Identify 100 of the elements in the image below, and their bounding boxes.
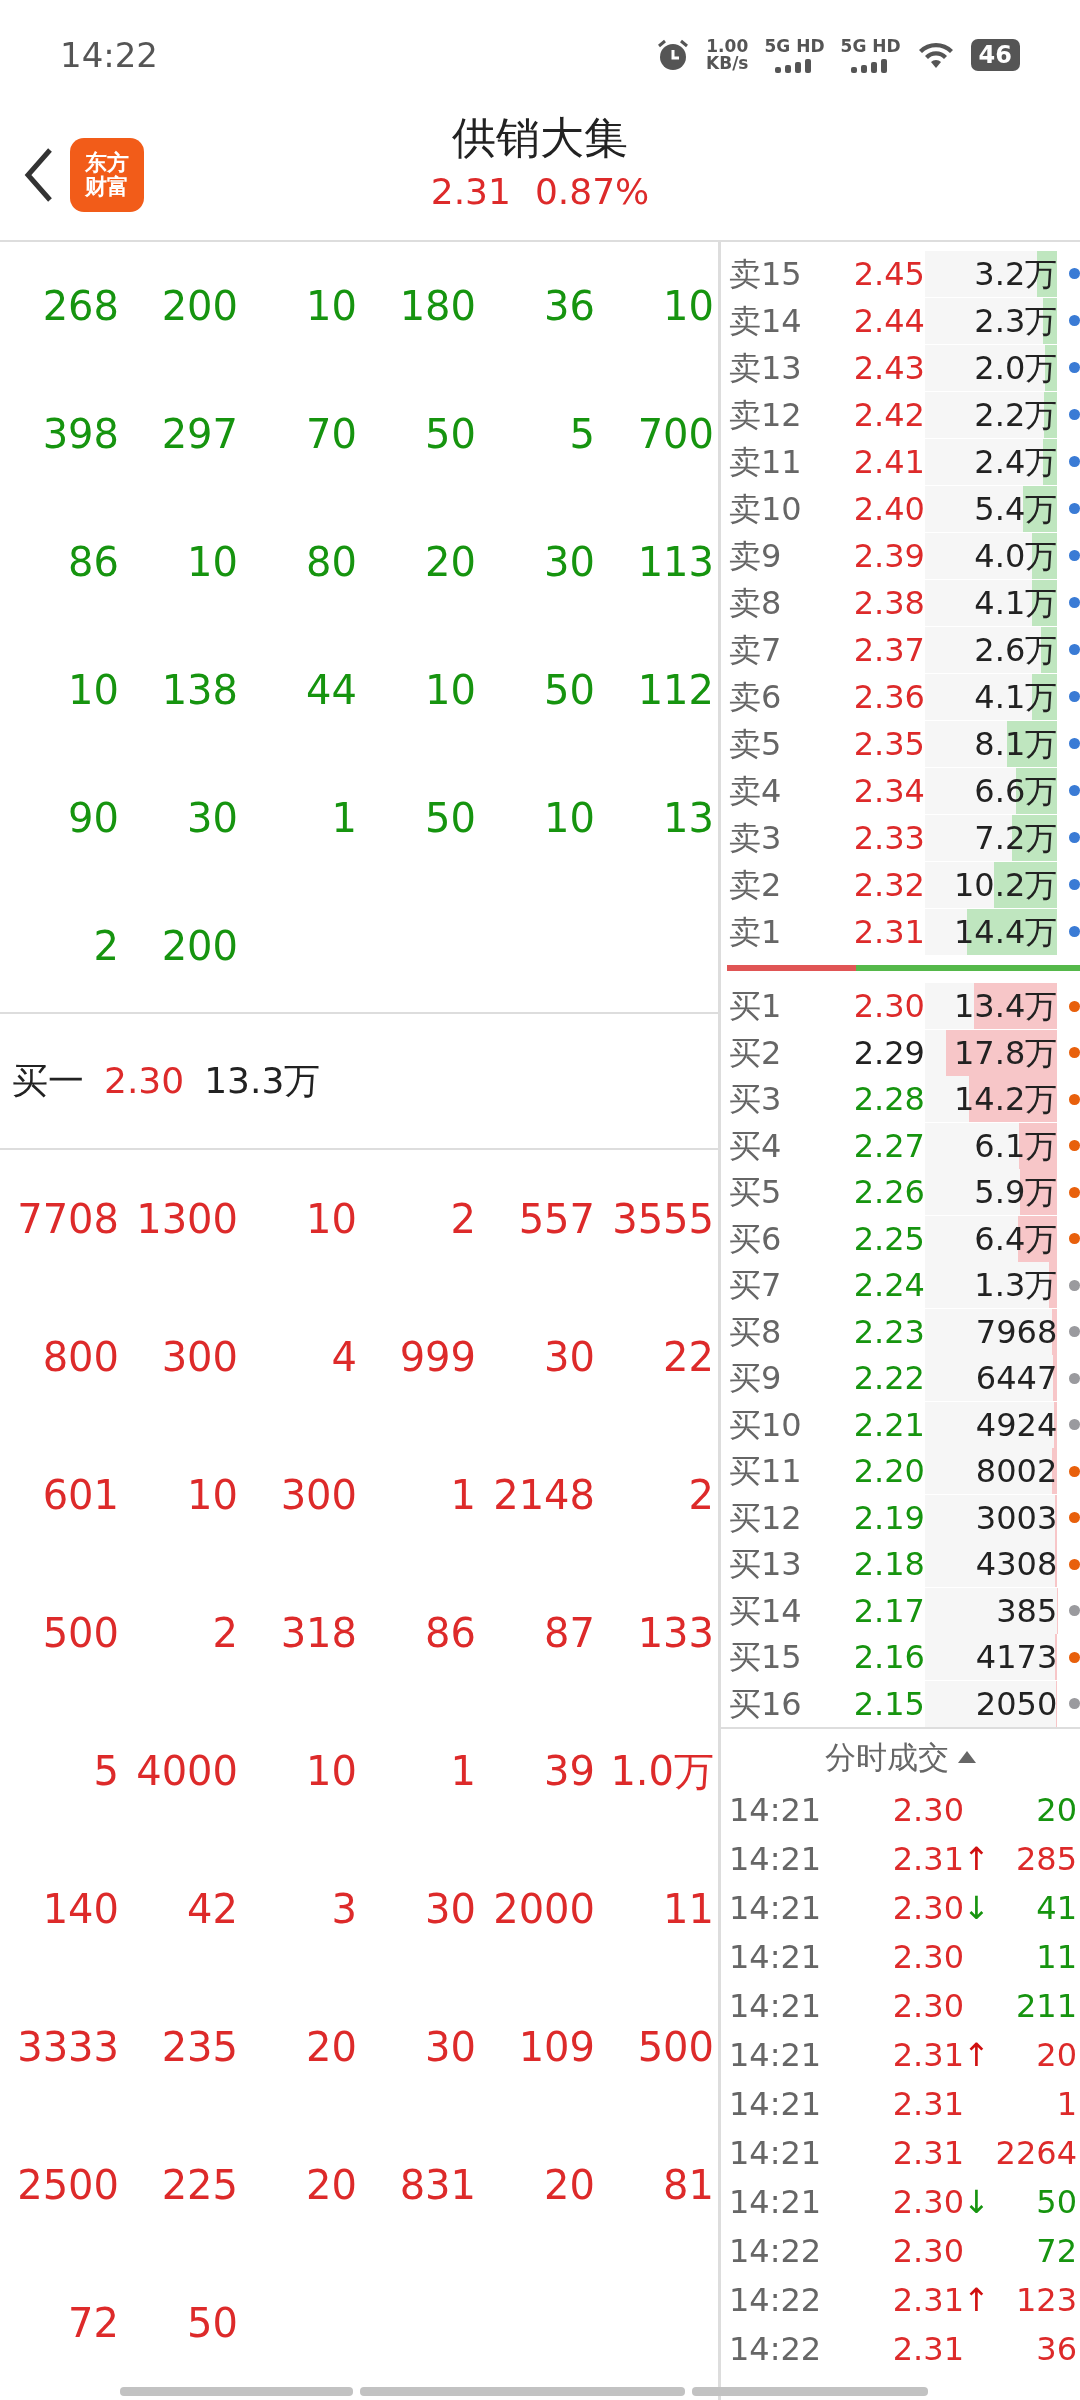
- network-type: 5G HD: [840, 37, 901, 55]
- queue-order-volume: 109: [517, 2023, 595, 2072]
- queue-order-volume: 500: [636, 2023, 714, 2072]
- order-volume: 14.2万: [954, 1080, 1058, 1119]
- order-volume: 7.2万: [974, 818, 1058, 857]
- queue-order-volume: 20: [305, 2161, 357, 2210]
- trend-arrow: ↑: [963, 1838, 990, 1880]
- queue-order-volume: 300: [160, 1333, 238, 1382]
- queue-order-volume: 44: [305, 666, 357, 715]
- network-speed: 1.00: [706, 38, 749, 55]
- order-volume: 2.4万: [974, 442, 1058, 481]
- trade-time: 14:21: [729, 1838, 823, 1880]
- trade-price: 2.30: [891, 1887, 964, 1929]
- bid-price: 2.30: [104, 1059, 185, 1103]
- order-level-label: 买1: [729, 986, 783, 1028]
- trade-price: 2.30: [891, 1936, 964, 1978]
- order-level-label: 卖5: [729, 723, 783, 765]
- queue-order-volume: 86: [67, 538, 119, 587]
- trade-time: 14:21: [729, 2034, 823, 2076]
- trade-volume: 20: [1035, 2034, 1077, 2076]
- order-volume: 17.8万: [954, 1033, 1058, 1072]
- order-price: 2.41: [852, 441, 925, 483]
- order-price: 2.42: [852, 394, 925, 436]
- order-volume: 3003: [975, 1498, 1058, 1537]
- order-volume: 7968: [975, 1312, 1058, 1351]
- queue-order-volume: 50: [186, 2299, 238, 2348]
- order-level-label: 买13: [729, 1544, 803, 1586]
- back-icon: [24, 147, 54, 203]
- queue-order-volume: 113: [636, 538, 714, 587]
- order-price: 2.16: [852, 1637, 925, 1679]
- queue-order-volume: 50: [424, 794, 476, 843]
- queue-order-volume: 2: [449, 1195, 476, 1244]
- queue-order-volume: 10: [305, 282, 357, 331]
- queue-order-volume: 300: [279, 1471, 357, 1520]
- trend-arrow: ↑: [963, 2034, 990, 2076]
- alarm-clock-icon: [656, 38, 691, 72]
- trade-price: 2.31: [891, 2328, 964, 2370]
- trade-time: 14:22: [729, 2279, 823, 2321]
- queue-order-volume: 10: [186, 1471, 238, 1520]
- trend-arrow: ↓: [963, 1887, 990, 1929]
- order-volume: 2.3万: [974, 301, 1058, 340]
- trade-time: 14:21: [729, 1936, 823, 1978]
- order-level-label: 卖15: [729, 253, 803, 295]
- order-price: 2.31: [852, 911, 925, 953]
- queue-order-volume: 2500: [16, 2161, 119, 2210]
- queue-order-volume: 500: [41, 1609, 119, 1658]
- order-level-label: 买12: [729, 1497, 803, 1539]
- order-price: 2.20: [852, 1451, 925, 1493]
- order-level-label: 买5: [729, 1172, 783, 1214]
- queue-order-volume: 70: [305, 410, 357, 459]
- order-price: 2.44: [852, 300, 925, 342]
- trade-time: 14:21: [729, 2083, 823, 2125]
- queue-order-volume: 86: [424, 1609, 476, 1658]
- trade-price: 2.31: [891, 2132, 964, 2174]
- queue-order-volume: 1: [449, 1471, 476, 1520]
- queue-order-volume: 138: [160, 666, 238, 715]
- queue-order-volume: 700: [636, 410, 714, 459]
- queue-order-volume: 10: [662, 282, 714, 331]
- order-level-label: 卖12: [729, 394, 803, 436]
- queue-order-volume: 297: [160, 410, 238, 459]
- queue-order-volume: 42: [186, 1885, 238, 1934]
- order-level-label: 买9: [729, 1358, 783, 1400]
- order-price: 2.29: [852, 1032, 925, 1074]
- queue-order-volume: 90: [67, 794, 119, 843]
- queue-order-volume: 3333: [16, 2023, 119, 2072]
- queue-order-volume: 5: [568, 410, 595, 459]
- order-price: 2.43: [852, 347, 925, 389]
- trade-price: 2.31: [891, 2034, 964, 2076]
- app-logo: 东方 财富: [70, 138, 144, 212]
- order-price: 2.26: [852, 1172, 925, 1214]
- order-level-label: 卖6: [729, 676, 783, 718]
- queue-order-volume: 1.0万: [609, 1747, 714, 1796]
- stock-price: 2.31: [430, 169, 511, 214]
- trade-time: 14:22: [729, 2230, 823, 2272]
- network-speed-unit: KB/s: [706, 55, 749, 72]
- queue-order-volume: 20: [543, 2161, 595, 2210]
- order-price: 2.24: [852, 1265, 925, 1307]
- back-button[interactable]: [24, 147, 54, 203]
- order-level-label: 买16: [729, 1683, 803, 1725]
- order-price: 2.28: [852, 1079, 925, 1121]
- order-price: 2.45: [852, 253, 925, 295]
- queue-order-volume: 10: [543, 794, 595, 843]
- queue-order-volume: 50: [424, 410, 476, 459]
- order-volume: 13.4万: [954, 987, 1058, 1026]
- order-volume: 4308: [975, 1545, 1058, 1584]
- order-volume: 8002: [975, 1452, 1058, 1491]
- order-volume: 5.4万: [974, 489, 1058, 528]
- trade-price: 2.31: [891, 1838, 964, 1880]
- order-volume: 4.1万: [974, 583, 1058, 622]
- queue-order-volume: 999: [398, 1333, 476, 1382]
- order-level-label: 卖7: [729, 629, 783, 671]
- queue-order-volume: 4: [330, 1333, 357, 1382]
- order-level-label: 卖2: [729, 864, 783, 906]
- order-volume: 6.1万: [974, 1126, 1058, 1165]
- bid-level-label: 买一: [12, 1059, 84, 1103]
- trade-volume: 20: [1035, 1789, 1077, 1831]
- queue-order-volume: 133: [636, 1609, 714, 1658]
- trade-volume: 1: [1055, 2083, 1077, 2125]
- order-volume: 5.9万: [974, 1173, 1058, 1212]
- order-volume: 14.4万: [954, 912, 1058, 951]
